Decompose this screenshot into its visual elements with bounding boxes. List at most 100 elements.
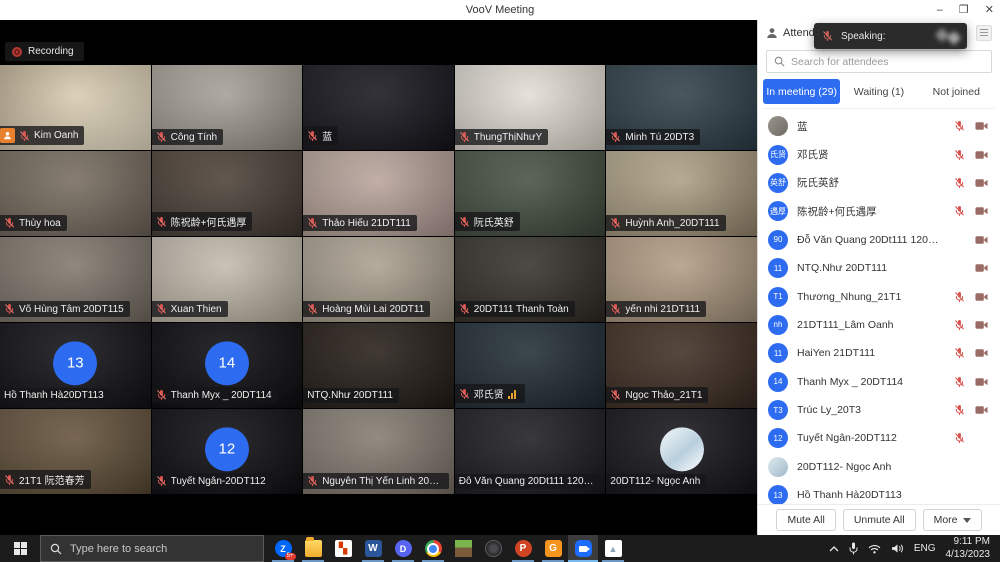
- close-icon[interactable]: ✕: [985, 5, 994, 16]
- attendee-row[interactable]: 11 HaiYen 21DT111: [758, 339, 1000, 367]
- wifi-icon[interactable]: [868, 544, 881, 554]
- mic-muted-icon[interactable]: [953, 318, 966, 331]
- camera-off-icon[interactable]: [975, 347, 988, 360]
- mic-muted-icon[interactable]: [953, 176, 966, 189]
- redapp-app-icon[interactable]: [328, 535, 358, 562]
- attendee-row[interactable]: 13 Hồ Thanh Hà20DT113: [758, 481, 1000, 504]
- discord-app-icon[interactable]: [388, 535, 418, 562]
- tab-in-meeting-29-[interactable]: In meeting (29): [763, 79, 840, 104]
- video-tile[interactable]: 陈祝龄+何氏遇厚: [152, 151, 303, 236]
- mute-all-button[interactable]: Mute All: [776, 509, 835, 531]
- search-input[interactable]: [791, 56, 984, 68]
- video-tile[interactable]: Nguyễn Thị Yến Linh 20DT112: [303, 409, 454, 494]
- video-tile[interactable]: Thùy hoa: [0, 151, 151, 236]
- camera-off-icon[interactable]: [975, 375, 988, 388]
- speaking-toast: Speaking:: [814, 23, 967, 49]
- video-tile[interactable]: Công Tính: [152, 65, 303, 150]
- chevron-down-icon: [963, 518, 971, 523]
- camera-off-icon[interactable]: [975, 262, 988, 275]
- camera-off-icon[interactable]: [975, 148, 988, 161]
- restore-icon[interactable]: ❐: [959, 5, 969, 16]
- tile-name-bar: 20DT112- Ngọc Anh: [606, 474, 706, 489]
- video-tile[interactable]: Huỳnh Anh_20DT111: [606, 151, 757, 236]
- video-tile[interactable]: Đỗ Văn Quang 20Dt111 120000190: [455, 409, 606, 494]
- video-tile[interactable]: yến nhi 21DT111: [606, 237, 757, 322]
- tile-name: Võ Hùng Tâm 20DT115: [19, 304, 124, 315]
- camera-off-icon[interactable]: [975, 404, 988, 417]
- mic-muted-icon[interactable]: [953, 120, 966, 133]
- clock[interactable]: 9:11 PM 4/13/2023: [946, 536, 991, 561]
- video-tile[interactable]: Hoàng Mùi Lai 20DT11: [303, 237, 454, 322]
- explorer-app-icon[interactable]: [298, 535, 328, 562]
- camera-off-icon[interactable]: [975, 233, 988, 246]
- video-tile[interactable]: 20DT112- Ngọc Anh: [606, 409, 757, 494]
- mic-muted-icon[interactable]: [953, 290, 966, 303]
- video-tile[interactable]: 20DT111 Thanh Toàn: [455, 237, 606, 322]
- camera-off-icon[interactable]: [975, 176, 988, 189]
- camera-off-icon[interactable]: [975, 205, 988, 218]
- more-button[interactable]: More: [923, 509, 982, 531]
- attendee-row[interactable]: 氏贤 邓氏贤: [758, 140, 1000, 168]
- attendee-row[interactable]: 90 Đỗ Văn Quang 20Dt111 120000190: [758, 226, 1000, 254]
- attendee-search[interactable]: [766, 50, 992, 73]
- panel-menu-icon[interactable]: [976, 25, 992, 41]
- video-tile[interactable]: 蓝: [303, 65, 454, 150]
- tile-name-bar: 蓝: [303, 126, 338, 145]
- voov-app-icon[interactable]: [568, 535, 598, 562]
- language-indicator[interactable]: ENG: [914, 543, 936, 554]
- attendee-row[interactable]: nh 21DT111_Lâm Oanh: [758, 311, 1000, 339]
- video-tile[interactable]: 14 Thanh Myx _ 20DT114: [152, 323, 303, 408]
- video-tile[interactable]: Ngọc Thảo_21T1: [606, 323, 757, 408]
- tile-name: Hoàng Mùi Lai 20DT11: [322, 304, 424, 315]
- video-tile[interactable]: 阮氏英舒: [455, 151, 606, 236]
- video-tile[interactable]: 12 Tuyết Ngân-20DT112: [152, 409, 303, 494]
- tab-not-joined[interactable]: Not joined: [918, 79, 995, 104]
- tray-expand-icon[interactable]: [829, 545, 839, 553]
- avatar: 12: [205, 427, 249, 471]
- gapp-app-icon[interactable]: [538, 535, 568, 562]
- video-tile[interactable]: 邓氏贤: [455, 323, 606, 408]
- mic-muted-icon[interactable]: [953, 432, 966, 445]
- speaker-icon[interactable]: [891, 543, 904, 554]
- attendee-row[interactable]: 11 NTQ.Như 20DT111: [758, 254, 1000, 282]
- attendee-row[interactable]: 20DT112- Ngọc Anh: [758, 453, 1000, 481]
- mic-muted-icon[interactable]: [953, 347, 966, 360]
- chrome-app-icon[interactable]: [418, 535, 448, 562]
- mic-muted-icon[interactable]: [953, 148, 966, 161]
- attendee-row[interactable]: 英舒 阮氏英舒: [758, 169, 1000, 197]
- tab-waiting-1-[interactable]: Waiting (1): [840, 79, 917, 104]
- taskbar-search[interactable]: Type here to search: [40, 535, 264, 562]
- camera-off-icon[interactable]: [975, 290, 988, 303]
- camera-off-icon[interactable]: [975, 120, 988, 133]
- video-tile[interactable]: 21T1 阮范春芳: [0, 409, 151, 494]
- video-tile[interactable]: 13 Hồ Thanh Hà20DT113: [0, 323, 151, 408]
- start-button[interactable]: [0, 535, 40, 562]
- unmute-all-button[interactable]: Unmute All: [843, 509, 916, 531]
- attendee-row[interactable]: T3 Trúc Ly_20T3: [758, 396, 1000, 424]
- mic-muted-icon[interactable]: [953, 375, 966, 388]
- video-tile[interactable]: Võ Hùng Tâm 20DT115: [0, 237, 151, 322]
- attendee-row[interactable]: 12 Tuyết Ngân-20DT112: [758, 424, 1000, 452]
- minimize-icon[interactable]: –: [937, 5, 943, 16]
- photos-app-icon[interactable]: [598, 535, 628, 562]
- ppt-app-icon[interactable]: [508, 535, 538, 562]
- attendee-row[interactable]: 14 Thanh Myx _ 20DT114: [758, 368, 1000, 396]
- lens-app-icon[interactable]: [478, 535, 508, 562]
- video-tile[interactable]: Thảo Hiếu 21DT111: [303, 151, 454, 236]
- zalo-app-icon[interactable]: [268, 535, 298, 562]
- attendee-row[interactable]: 蓝: [758, 112, 1000, 140]
- camera-off-icon[interactable]: [975, 318, 988, 331]
- mic-muted-icon[interactable]: [953, 205, 966, 218]
- video-tile[interactable]: NTQ.Như 20DT111: [303, 323, 454, 408]
- video-tile[interactable]: Xuan Thien: [152, 237, 303, 322]
- video-grid: Kim Oanh Công Tính: [0, 65, 757, 494]
- video-tile[interactable]: ThungThịNhưÝ: [455, 65, 606, 150]
- video-tile[interactable]: Minh Tú 20DT3: [606, 65, 757, 150]
- mic-muted-icon[interactable]: [953, 404, 966, 417]
- attendee-row[interactable]: T1 Thương_Nhung_21T1: [758, 282, 1000, 310]
- word-app-icon[interactable]: [358, 535, 388, 562]
- microphone-icon[interactable]: [849, 542, 858, 555]
- video-tile[interactable]: Kim Oanh: [0, 65, 151, 150]
- attendee-row[interactable]: 遇厚 陈祝龄+何氏遇厚: [758, 197, 1000, 225]
- minecraft-app-icon[interactable]: [448, 535, 478, 562]
